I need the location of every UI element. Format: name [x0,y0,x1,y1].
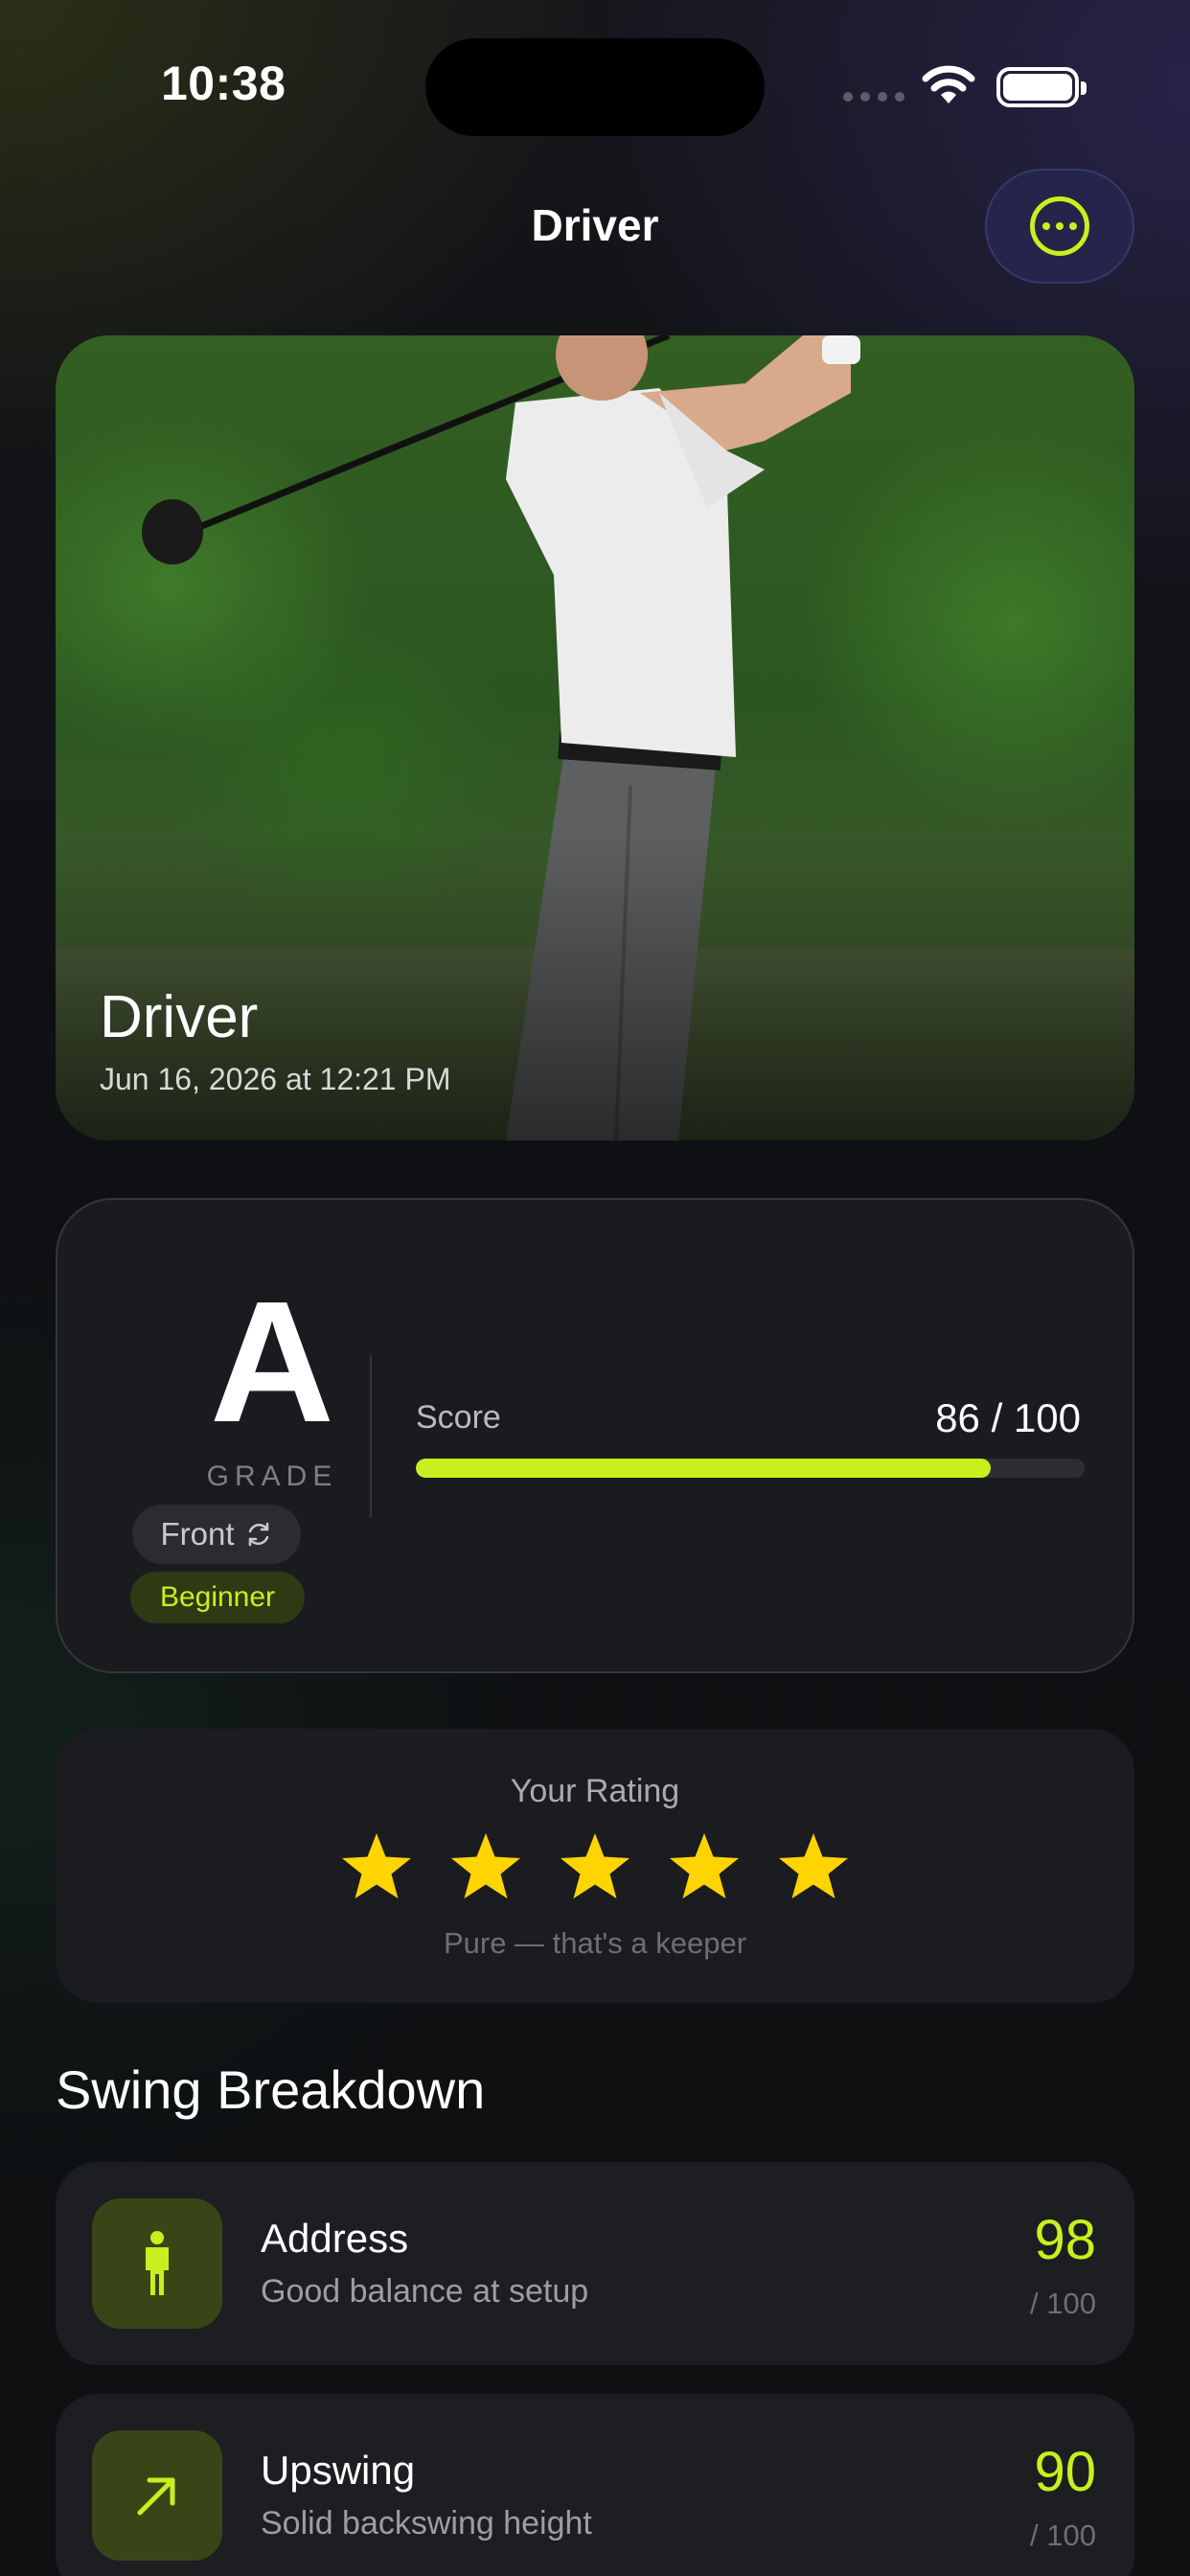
score-progress-fill [416,1459,992,1478]
phase-description: Good balance at setup [261,2273,589,2310]
rating-card: Your Rating Pure — that's a keeper [56,1729,1134,2003]
hero-title: Driver [100,984,259,1050]
ellipsis-circle-icon [1030,196,1089,256]
grade-label: GRADE [206,1460,338,1492]
phase-score-max: / 100 [1030,2518,1096,2552]
phase-icon-box [92,2430,222,2561]
star-icon[interactable] [667,1830,742,1905]
divider [370,1355,372,1518]
wifi-icon [922,65,975,104]
star-icon[interactable] [558,1830,632,1905]
grade-card: A GRADE Front Beginner Score 86 / 100 [56,1198,1134,1673]
grade-letter: A [210,1266,334,1459]
phase-name: Address [261,2216,409,2261]
star-icon[interactable] [448,1830,523,1905]
status-time: 10:38 [161,57,286,110]
arrow-up-right-icon [137,2477,175,2516]
dynamic-island [425,38,765,136]
star-icon[interactable] [339,1830,414,1905]
rating-caption: Pure — that's a keeper [443,1926,747,1960]
phase-score: 90 [1034,2441,1096,2503]
refresh-icon [248,1522,268,1547]
swing-video-thumbnail[interactable]: Driver Jun 16, 2026 at 12:21 PM [56,335,1134,1140]
phase-name: Upswing [261,2448,416,2493]
star-rating[interactable] [56,1830,1134,1905]
phase-score-max: / 100 [1030,2287,1096,2320]
phase-row-upswing[interactable]: Upswing Solid backswing height 90 / 100 [56,2394,1134,2576]
camera-view-label: Front [160,1516,235,1552]
star-icon[interactable] [776,1830,851,1905]
score-value: 86 / 100 [935,1395,1081,1440]
section-title: Swing Breakdown [56,2059,486,2120]
phase-description: Solid backswing height [261,2505,592,2542]
swing-detail-screen: 10:38 Driver Driver Jun 16, 2026 at 12:2… [0,0,1190,2576]
score-label: Score [416,1399,501,1436]
battery-icon [996,67,1087,107]
phase-icon-box [92,2198,222,2329]
hero-date: Jun 16, 2026 at 12:21 PM [100,1062,451,1096]
phase-row-address[interactable]: Address Good balance at setup 98 / 100 [56,2162,1134,2365]
person-standing-icon [146,2231,169,2295]
camera-view-toggle[interactable]: Front [132,1505,301,1564]
score-progress-bar [416,1459,1085,1478]
skill-level-badge: Beginner [130,1572,305,1623]
more-options-button[interactable] [985,169,1134,284]
cellular-signal-icon [843,92,904,102]
phase-score: 98 [1034,2209,1096,2271]
rating-title: Your Rating [510,1773,680,1809]
